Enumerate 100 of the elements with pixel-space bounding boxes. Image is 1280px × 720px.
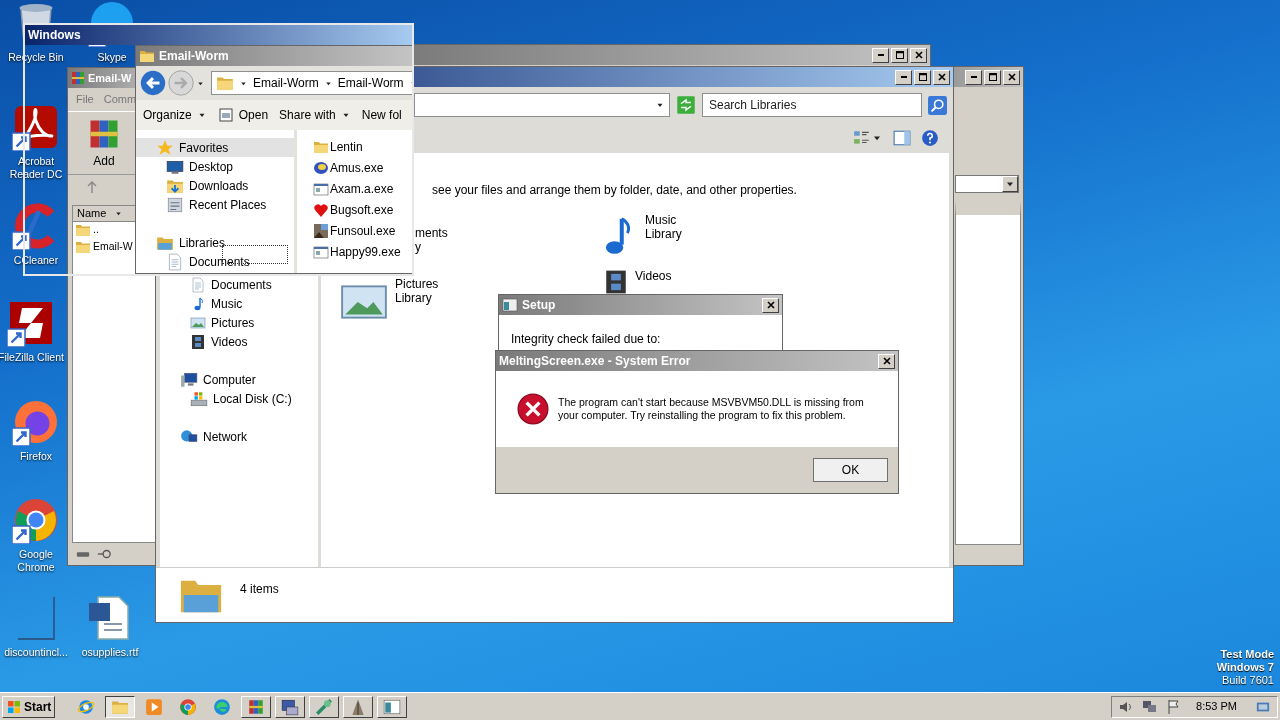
nav-item[interactable]: Videos	[211, 332, 248, 351]
nav-item[interactable]: Downloads	[136, 176, 294, 195]
pdf-app-icon	[12, 103, 60, 151]
file-name[interactable]: Happy99.exe	[330, 242, 401, 261]
media-player-icon	[145, 697, 164, 716]
browser-icon	[179, 697, 198, 716]
window-icon	[281, 697, 300, 716]
nav-item[interactable]: Music	[211, 294, 243, 313]
refresh-icon	[676, 95, 696, 115]
maximize-icon	[917, 72, 928, 82]
window-title: Email-W	[88, 70, 132, 86]
close-button[interactable]	[933, 69, 950, 85]
nav-item[interactable]: Documents	[211, 275, 272, 294]
nav-item[interactable]: Libraries	[136, 233, 294, 252]
folder-icon	[75, 239, 91, 255]
window-icon	[217, 107, 234, 123]
minimize-button[interactable]	[872, 47, 889, 63]
close-button[interactable]	[762, 297, 779, 313]
folder-icon	[139, 48, 155, 64]
error-icon	[516, 392, 550, 426]
toolbar-button[interactable]: Open	[217, 106, 269, 124]
window-icon	[383, 697, 402, 716]
notice-text: Windows 7	[1216, 661, 1274, 674]
status-text: 4 items	[240, 581, 279, 598]
minimize-button[interactable]	[965, 69, 982, 85]
maximize-button[interactable]	[914, 69, 931, 85]
file-name[interactable]: Lentin	[330, 137, 363, 156]
nav-item[interactable]: Recent Places	[136, 195, 294, 214]
maximize-button[interactable]	[984, 69, 1001, 85]
ok-button[interactable]: OK	[813, 458, 888, 482]
tool-icon	[315, 697, 334, 716]
start-button[interactable]: Start	[2, 695, 56, 718]
back-button[interactable]	[140, 70, 166, 96]
search-icon	[928, 95, 947, 115]
window-title: Windows	[28, 27, 81, 44]
videos-icon	[190, 333, 206, 350]
nav-item[interactable]: Network	[203, 427, 247, 446]
intro-text: see your files and arrange them by folder, date, and other properties.	[432, 182, 797, 199]
nav-item[interactable]: Documents	[136, 252, 294, 271]
minimize-button[interactable]	[895, 69, 912, 85]
desktop-icon-label[interactable]: Firefox	[19, 450, 53, 463]
search-button[interactable]	[928, 95, 947, 115]
file-name[interactable]: Bugsoft.exe	[330, 200, 394, 219]
heart-icon	[313, 201, 329, 218]
computer-icon	[180, 370, 198, 389]
add-button[interactable]: Add	[86, 115, 122, 170]
taskbar-button[interactable]	[105, 695, 136, 718]
network-icon	[1142, 698, 1159, 715]
desktop-icon-label[interactable]: Google Chrome	[17, 548, 55, 574]
address-bar[interactable]: Email-Worm Email-Worm	[211, 71, 413, 95]
help-button[interactable]	[921, 129, 939, 147]
address-bar[interactable]	[414, 93, 670, 117]
videos-library-icon	[603, 269, 629, 295]
folder-icon	[75, 222, 91, 238]
desktop-icon-label[interactable]: Skype	[97, 51, 127, 64]
nav-item[interactable]: Desktop	[136, 157, 294, 176]
program-icon	[313, 243, 329, 260]
drive-icon	[190, 389, 208, 408]
recent-icon	[166, 195, 184, 214]
maximize-button[interactable]	[891, 47, 908, 63]
globe-icon	[313, 159, 329, 176]
file-name[interactable]: ..	[93, 222, 99, 238]
minimize-icon	[970, 76, 977, 78]
archive-icon	[70, 70, 86, 86]
key-icon	[96, 547, 112, 561]
preview-pane-button[interactable]	[893, 129, 911, 147]
clock[interactable]: 8:53 PM	[1196, 698, 1237, 715]
maximize-icon	[987, 72, 998, 82]
breadcrumb[interactable]: Email-Worm	[253, 74, 319, 92]
close-button[interactable]	[1003, 69, 1020, 85]
nav-item[interactable]: Local Disk (C:)	[213, 389, 292, 408]
file-name[interactable]: Email-W	[93, 239, 133, 255]
minimize-icon	[900, 76, 907, 78]
combo-box[interactable]	[955, 175, 1019, 193]
browser-icon	[12, 398, 60, 446]
library-name[interactable]: Videos	[635, 269, 672, 283]
library-name[interactable]: Pictures Library	[395, 277, 439, 305]
help-icon	[921, 129, 939, 147]
file-name[interactable]: Funsoul.exe	[330, 221, 396, 240]
library-name[interactable]: Music Library	[645, 213, 682, 241]
refresh-button[interactable]	[676, 95, 696, 115]
breadcrumb[interactable]: Email-Worm	[337, 74, 404, 92]
file-name[interactable]: Axam.a.exe	[330, 179, 394, 198]
search-field[interactable]: Search Libraries	[702, 93, 922, 117]
toolbar-button[interactable]: Organize	[143, 106, 207, 124]
nav-item[interactable]: Pictures	[211, 313, 255, 332]
dialog-title: MeltingScreen.exe - System Error	[499, 353, 691, 370]
toolbar-button[interactable]: Share with	[279, 106, 351, 124]
file-name[interactable]: Amus.exe	[330, 158, 384, 177]
close-icon	[881, 356, 892, 366]
library-name[interactable]: ments y	[415, 226, 448, 254]
notice-text: Test Mode	[1219, 648, 1274, 661]
close-button[interactable]	[878, 353, 895, 369]
nav-item[interactable]: Favorites	[136, 138, 294, 157]
close-button[interactable]	[910, 47, 927, 63]
windows-logo-icon	[6, 698, 22, 715]
nav-item[interactable]: Computer	[203, 370, 256, 389]
toolbar-button[interactable]: New fol	[361, 106, 402, 124]
document-icon	[190, 276, 206, 293]
close-icon	[936, 72, 947, 82]
